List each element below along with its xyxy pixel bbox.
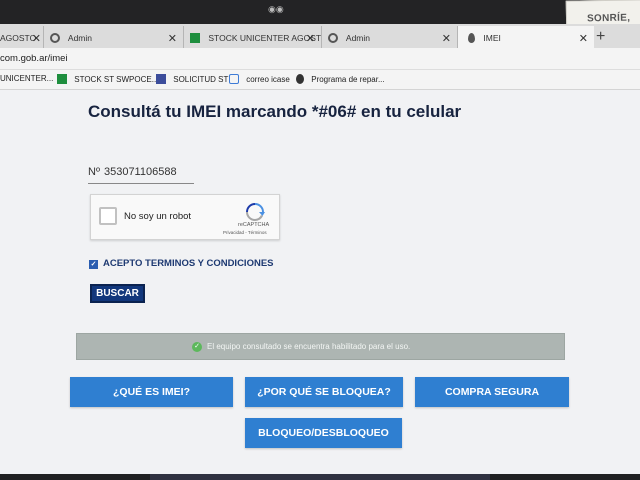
form-icon	[156, 74, 166, 84]
captcha-brand: reCAPTCHA	[238, 222, 270, 228]
mail-icon	[229, 74, 239, 84]
check-circle-icon: ✓	[192, 342, 202, 352]
safe-purchase-button[interactable]: COMPRA SEGURA	[415, 377, 569, 407]
recaptcha-widget: No soy un robot reCAPTCHA Privacidad - T…	[90, 194, 280, 240]
bookmark-label: correo icase	[246, 75, 290, 84]
webcam-icon: ◉◉	[268, 4, 284, 14]
bookmark-label: STOCK ST SWPOCE...	[74, 75, 159, 84]
sheet-icon	[190, 33, 200, 43]
url-text[interactable]: com.gob.ar/imei	[0, 53, 68, 64]
tab-strip: AGOSTO ✕ Admin ✕ STOCK UNICENTER AGOSTO …	[0, 24, 640, 50]
bookmark-unicenter[interactable]: UNICENTER...	[0, 74, 53, 83]
imei-page: Consultá tu IMEI marcando *#06# en tu ce…	[0, 90, 640, 474]
tab-agosto[interactable]: AGOSTO ✕	[0, 26, 44, 50]
bookmark-correo[interactable]: correo icase	[229, 74, 290, 84]
block-unblock-button[interactable]: BLOQUEO/DESBLOQUEO	[245, 418, 402, 448]
new-tab-button[interactable]: +	[596, 28, 605, 46]
address-bar[interactable]: com.gob.ar/imei	[0, 48, 640, 70]
terms-label: ACEPTO TERMINOS Y CONDICIONES	[103, 258, 274, 269]
tab-label: IMEI	[483, 33, 501, 43]
tab-admin-1[interactable]: Admin ✕	[44, 26, 184, 50]
bookmark-solicitud[interactable]: SOLICITUD ST	[156, 74, 228, 84]
captcha-legal-links[interactable]: Privacidad - Términos	[223, 230, 267, 235]
captcha-checkbox[interactable]	[99, 207, 117, 225]
apple-icon	[296, 74, 304, 84]
recaptcha-icon	[246, 203, 265, 221]
close-icon[interactable]: ✕	[306, 32, 315, 45]
page-title: Consultá tu IMEI marcando *#06# en tu ce…	[88, 102, 462, 121]
what-is-imei-button[interactable]: ¿QUÉ ES IMEI?	[70, 377, 233, 407]
globe-icon	[50, 33, 60, 43]
close-icon[interactable]: ✕	[579, 32, 588, 45]
imei-input[interactable]: Nº 353071106588	[88, 164, 194, 184]
drop-icon	[468, 33, 475, 43]
bookmark-label: SOLICITUD ST	[173, 75, 229, 84]
monitor-bezel	[0, 0, 640, 26]
status-text: El equipo consultado se encuentra habili…	[207, 342, 411, 351]
globe-icon	[328, 33, 338, 43]
bookmark-label: Programa de repar...	[311, 75, 385, 84]
captcha-label: No soy un robot	[124, 211, 192, 222]
why-blocked-button[interactable]: ¿POR QUÉ SE BLOQUEA?	[245, 377, 403, 407]
terms-checkbox[interactable]: ✓	[89, 260, 98, 269]
bookmark-stock-st[interactable]: STOCK ST SWPOCE...	[57, 74, 158, 84]
sheet-icon	[57, 74, 67, 84]
close-icon[interactable]: ✕	[32, 32, 41, 45]
bookmark-programa[interactable]: Programa de repar...	[296, 74, 385, 84]
tab-label: Admin	[67, 33, 92, 43]
tab-stock-unicenter[interactable]: STOCK UNICENTER AGOSTO ✕	[184, 26, 322, 50]
taskbar	[150, 474, 490, 480]
tab-label: Admin	[345, 33, 370, 43]
bookmark-label: UNICENTER...	[0, 74, 54, 83]
status-message: ✓ El equipo consultado se encuentra habi…	[76, 333, 565, 360]
close-icon[interactable]: ✕	[168, 32, 177, 45]
imei-prefix: Nº	[88, 166, 100, 178]
search-button[interactable]: BUSCAR	[90, 284, 145, 303]
tab-imei[interactable]: IMEI ✕	[458, 26, 594, 50]
tab-admin-2[interactable]: Admin ✕	[322, 26, 458, 50]
imei-value: 353071106588	[103, 166, 177, 178]
bookmarks-bar: UNICENTER... STOCK ST SWPOCE... SOLICITU…	[0, 70, 640, 90]
close-icon[interactable]: ✕	[442, 32, 451, 45]
terms-checkbox-row[interactable]: ✓ ACEPTO TERMINOS Y CONDICIONES	[89, 258, 274, 269]
tab-label: AGOSTO	[0, 33, 37, 43]
